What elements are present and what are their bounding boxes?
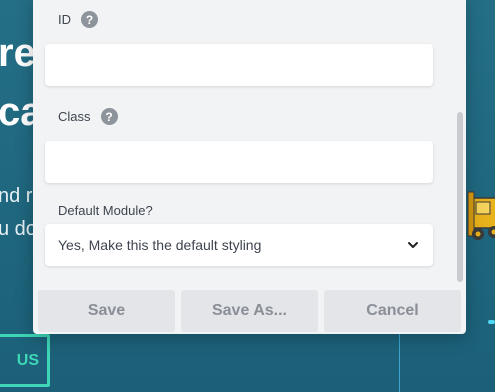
question-circle-icon[interactable]: ? — [100, 108, 118, 125]
id-field-label: ID — [58, 12, 71, 27]
background-divider — [399, 334, 400, 392]
background-heading-line1: re — [0, 31, 36, 75]
default-module-select[interactable]: Yes, Make this the default styling — [45, 224, 433, 266]
class-input[interactable] — [45, 141, 433, 183]
save-as-button[interactable]: Save As... — [181, 290, 318, 332]
class-field-label: Class — [58, 109, 91, 124]
save-button[interactable]: Save — [38, 290, 175, 332]
background-cta-button[interactable]: US — [0, 334, 50, 387]
class-field-label-row: Class ? — [58, 108, 118, 125]
default-module-selected-value: Yes, Make this the default styling — [58, 237, 262, 253]
question-circle-icon[interactable]: ? — [81, 11, 98, 28]
id-field-label-row: ID ? — [58, 11, 98, 28]
background-text-line2: u do — [0, 218, 37, 240]
id-input[interactable] — [45, 44, 433, 86]
module-settings-modal: ID ? Class ? Default Module? Yes, Make t… — [33, 0, 466, 334]
modal-scrollbar[interactable] — [457, 112, 463, 282]
forklift-illustration — [467, 191, 495, 240]
default-module-label-row: Default Module? — [58, 203, 153, 218]
modal-footer: Save Save As... Cancel — [38, 290, 461, 332]
background-text-line1: nd r — [0, 185, 33, 207]
default-module-label: Default Module? — [58, 203, 153, 218]
cancel-button[interactable]: Cancel — [324, 290, 461, 332]
background-cta-label: US — [16, 351, 39, 369]
background-dot — [488, 320, 495, 324]
chevron-down-icon — [408, 242, 418, 248]
